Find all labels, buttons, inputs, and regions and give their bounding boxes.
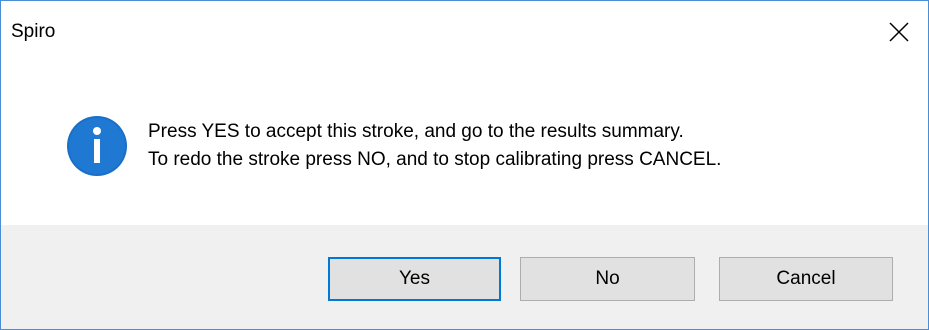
- message-dialog: Spiro Press YES to accept this stroke, a…: [0, 0, 929, 330]
- message-line-2: To redo the stroke press NO, and to stop…: [148, 149, 722, 170]
- close-icon: [889, 22, 909, 42]
- dialog-content: Press YES to accept this stroke, and go …: [1, 63, 928, 225]
- dialog-message: Press YES to accept this stroke, and go …: [148, 118, 721, 174]
- close-button[interactable]: [872, 1, 928, 63]
- yes-button[interactable]: Yes: [328, 257, 501, 301]
- button-bar: Yes No Cancel: [1, 225, 928, 329]
- cancel-button[interactable]: Cancel: [719, 257, 893, 301]
- no-button[interactable]: No: [520, 257, 695, 301]
- dialog-title: Spiro: [11, 21, 56, 42]
- info-icon: [67, 116, 127, 176]
- title-bar[interactable]: Spiro: [1, 1, 928, 63]
- message-line-1: Press YES to accept this stroke, and go …: [148, 121, 684, 142]
